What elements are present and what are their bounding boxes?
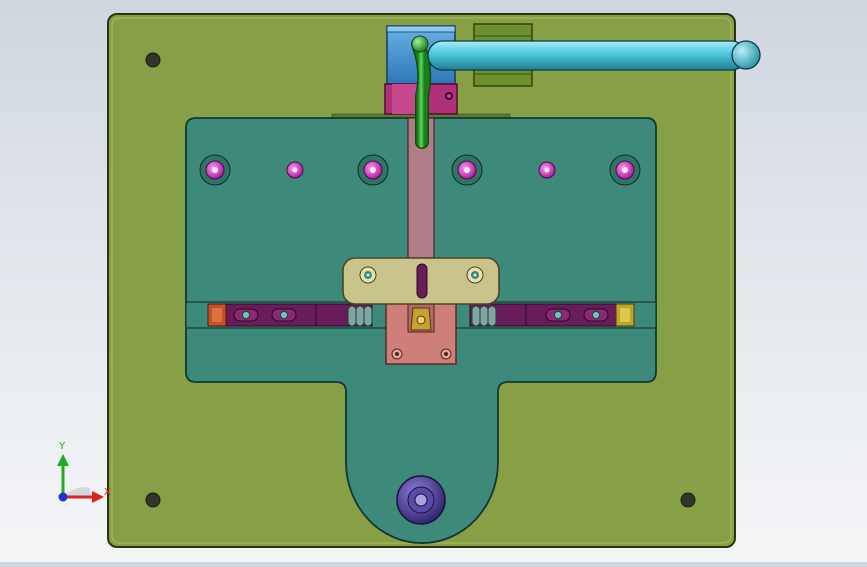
x-axis-label: X xyxy=(104,487,111,498)
origin-dot xyxy=(58,492,68,502)
locating-knob[interactable] xyxy=(396,475,446,525)
corner-hole xyxy=(145,52,161,68)
model-canvas[interactable] xyxy=(0,0,867,562)
spring-left xyxy=(347,305,373,327)
coordinate-triad: Y X xyxy=(50,438,120,518)
corner-hole xyxy=(145,492,161,508)
cyan-handle[interactable] xyxy=(427,40,761,71)
corner-hole xyxy=(680,492,696,508)
y-axis-label: Y xyxy=(59,441,66,452)
spring-right xyxy=(471,305,497,327)
cad-viewport[interactable]: Y X xyxy=(0,0,867,562)
